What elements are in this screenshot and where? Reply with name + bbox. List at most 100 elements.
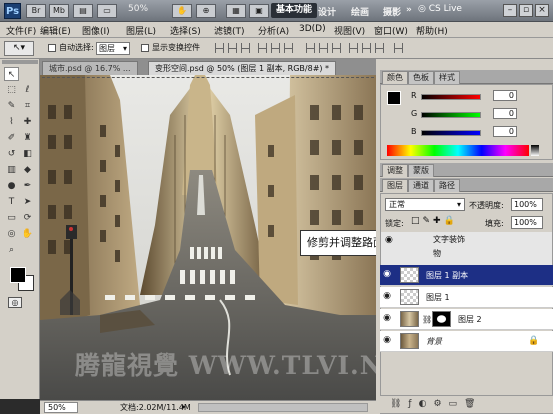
eye-icon[interactable]: ◉ — [382, 292, 392, 301]
horizontal-scrollbar[interactable] — [198, 403, 368, 412]
view-extras-button[interactable]: ▤ — [73, 4, 93, 18]
marquee-tool-icon[interactable]: ⬚ — [4, 83, 19, 97]
zoom-tool-icon[interactable]: ⌕ — [4, 243, 19, 257]
distribute-bottom-icon[interactable] — [332, 43, 341, 53]
grayscale-ramp[interactable] — [531, 145, 539, 156]
menu-analysis[interactable]: 分析(A) — [258, 24, 289, 37]
auto-select-checkbox[interactable] — [48, 44, 56, 52]
align-left-icon[interactable] — [258, 43, 267, 53]
move-tool-icon[interactable]: ↖ — [4, 67, 19, 81]
tab-adjustments[interactable]: 调整 — [382, 164, 408, 177]
workspace-more-icon[interactable]: » — [406, 5, 412, 15]
layer-row-1-copy[interactable]: ◉ 图层 1 副本 — [380, 265, 553, 286]
3d-orbit-tool-icon[interactable]: ◎ — [4, 227, 19, 241]
restore-button[interactable]: ▫ — [519, 4, 533, 17]
foreground-color-swatch[interactable] — [10, 267, 26, 283]
show-transform-checkbox[interactable] — [141, 44, 149, 52]
menu-file[interactable]: 文件(F) — [6, 24, 36, 37]
zoom-level-button[interactable]: ▭ — [97, 4, 117, 18]
blend-mode-dropdown[interactable]: 正常 ▾ — [385, 198, 465, 211]
channel-b-input[interactable]: 0 — [493, 126, 517, 137]
layer-row-2[interactable]: ◉ ⛓ 图层 2 — [380, 309, 553, 330]
eye-icon[interactable]: ◉ — [382, 314, 392, 323]
eraser-tool-icon[interactable]: ◧ — [20, 147, 35, 161]
align-top-icon[interactable] — [215, 43, 224, 53]
auto-select-dropdown[interactable]: 图层 ▾ — [96, 42, 130, 55]
menu-help[interactable]: 帮助(H) — [416, 24, 448, 37]
minimize-button[interactable]: – — [503, 4, 517, 17]
path-select-tool-icon[interactable]: ➤ — [20, 195, 35, 209]
workspace-painting[interactable]: 绘画 — [351, 5, 369, 18]
layer-row-background[interactable]: ◉ 背景 🔒 — [380, 331, 553, 352]
menu-3d[interactable]: 3D(D) — [299, 24, 326, 34]
menu-edit[interactable]: 编辑(E) — [40, 24, 71, 37]
menu-filter[interactable]: 滤镜(T) — [214, 24, 245, 37]
channel-g-slider[interactable] — [421, 112, 481, 118]
channel-g-input[interactable]: 0 — [493, 108, 517, 119]
move-tool-preset-icon[interactable]: ↖▾ — [4, 41, 34, 56]
3d-rotate-tool-icon[interactable]: ⟳ — [20, 211, 35, 225]
minibridge-button[interactable]: Mb — [49, 4, 69, 18]
healing-brush-tool-icon[interactable]: ✚ — [20, 115, 35, 129]
status-arrow-icon[interactable]: ▸ — [182, 402, 186, 411]
channel-r-slider[interactable] — [421, 94, 481, 100]
lasso-tool-icon[interactable]: ℓ — [20, 83, 35, 97]
tab-color[interactable]: 颜色 — [382, 71, 408, 84]
layer-mask-thumbnail[interactable] — [432, 311, 451, 327]
auto-align-icon[interactable] — [394, 43, 403, 53]
close-button[interactable]: × — [535, 4, 549, 17]
bridge-button[interactable]: Br — [26, 4, 46, 18]
link-icon[interactable]: ⛓ — [422, 315, 432, 324]
distribute-top-icon[interactable] — [306, 43, 315, 53]
align-bottom-icon[interactable] — [241, 43, 250, 53]
tab-styles[interactable]: 样式 — [434, 71, 460, 84]
transform-bounding-box[interactable] — [42, 77, 374, 79]
screen-mode-button[interactable]: ▣ — [249, 4, 269, 18]
layer-row-1[interactable]: ◉ 图层 1 — [380, 287, 553, 308]
align-hcenter-icon[interactable] — [271, 43, 280, 53]
blur-tool-icon[interactable]: ◆ — [20, 163, 35, 177]
menu-layer[interactable]: 图层(L) — [126, 24, 156, 37]
channel-b-slider[interactable] — [421, 130, 481, 136]
pen-tool-icon[interactable]: ✒ — [20, 179, 35, 193]
workspace-photography[interactable]: 摄影 — [383, 5, 401, 18]
status-zoom-field[interactable]: 50% — [44, 402, 78, 413]
eyedropper-tool-icon[interactable]: ⌇ — [4, 115, 19, 129]
toolbox-grip[interactable] — [2, 60, 38, 64]
workspace-design[interactable]: 设计 — [318, 5, 336, 18]
eye-icon[interactable]: ◉ — [382, 336, 392, 345]
distribute-left-icon[interactable] — [349, 43, 358, 53]
align-right-icon[interactable] — [284, 43, 293, 53]
tab-swatches[interactable]: 色板 — [408, 71, 434, 84]
tab-layers[interactable]: 图层 — [382, 179, 408, 192]
distribute-right-icon[interactable] — [375, 43, 384, 53]
tab-paths[interactable]: 路径 — [434, 179, 460, 192]
layer-group[interactable]: ◉ 文字装饰 物 — [381, 232, 552, 266]
opacity-input[interactable]: 100% — [511, 198, 543, 211]
shape-tool-icon[interactable]: ▭ — [4, 211, 19, 225]
quick-mask-icon[interactable]: ◎ — [8, 297, 22, 308]
eye-icon[interactable]: ◉ — [385, 235, 393, 245]
hand-tool-icon[interactable]: ✋ — [172, 4, 192, 18]
eye-icon[interactable]: ◉ — [382, 270, 392, 279]
quick-select-tool-icon[interactable]: ✎ — [4, 99, 19, 113]
clone-stamp-tool-icon[interactable]: ♜ — [20, 131, 35, 145]
menu-window[interactable]: 窗口(W) — [374, 24, 408, 37]
tab-warped-space[interactable]: 变形空间.psd @ 50% (图层 1 副本, RGB/8#) * — [148, 61, 337, 75]
layer-actions-icon[interactable]: ⛓ƒ◐⚙▭🗑 — [390, 399, 482, 409]
distribute-hcenter-icon[interactable] — [362, 43, 371, 53]
menu-image[interactable]: 图像(I) — [82, 24, 110, 37]
menu-select[interactable]: 选择(S) — [170, 24, 201, 37]
workspace-essentials[interactable]: 基本功能 — [271, 3, 318, 18]
zoom-readout[interactable]: 50% — [128, 4, 148, 14]
hand-tool-icon[interactable]: ✋ — [20, 227, 35, 241]
history-brush-tool-icon[interactable]: ↺ — [4, 147, 19, 161]
channel-r-input[interactable]: 0 — [493, 90, 517, 101]
arrange-documents-button[interactable]: ▦ — [226, 4, 246, 18]
menu-view[interactable]: 视图(V) — [334, 24, 365, 37]
lock-options-icon[interactable]: □✎✚🔒 — [411, 216, 458, 226]
fill-input[interactable]: 100% — [511, 216, 543, 229]
crop-tool-icon[interactable]: ⌗ — [20, 99, 35, 113]
gradient-tool-icon[interactable]: ▥ — [4, 163, 19, 177]
tab-city[interactable]: 城市.psd @ 16.7% ... — [42, 61, 138, 75]
